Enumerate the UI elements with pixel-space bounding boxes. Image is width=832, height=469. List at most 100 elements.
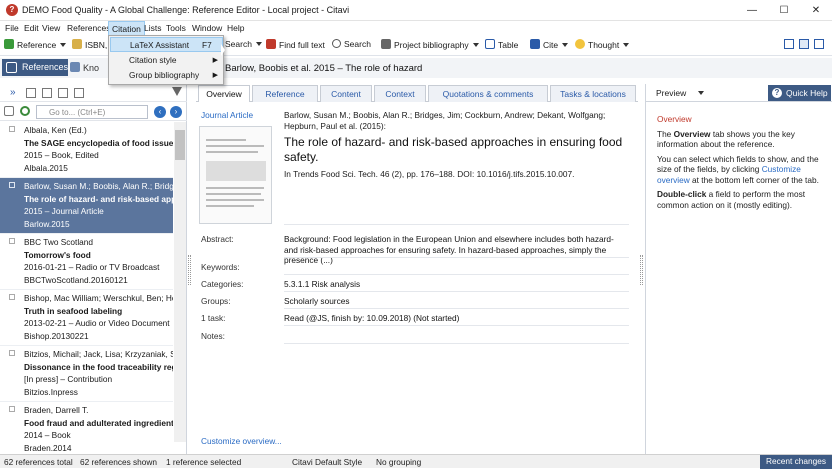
citation-line[interactable]: In Trends Food Sci. Tech. 46 (2), pp. 17… [284,169,629,179]
search-button[interactable]: Search [332,39,371,49]
task-field[interactable]: Read (@JS, finish by: 10.09.2018) (Not s… [284,313,459,323]
divider [284,291,629,292]
previous-icon[interactable]: ‹ [154,106,166,118]
selected-reference-title: Barlow, Boobis et al. 2015 – The role of… [225,63,423,74]
list-toolbar: » [0,84,187,102]
checkbox[interactable] [9,406,15,412]
status-total: 62 references total [4,457,73,467]
search-bar: Go to... (Ctrl+E) ‹ › [0,103,187,121]
categories-field[interactable]: 5.3.1.1 Risk analysis [284,279,360,289]
help-icon: ? [772,88,782,98]
menu-item-group-bibliography[interactable]: Group bibliography ▶ [110,68,223,83]
tab-tasks-locations[interactable]: Tasks & locations [550,85,636,102]
columns-icon[interactable] [42,88,52,98]
tree-icon[interactable] [74,88,84,98]
list-item[interactable]: BBC Two Scotland Tomorrow's food 2016-01-2… [0,234,173,290]
scrollbar[interactable] [174,122,186,442]
authors-line[interactable]: Barlow, Susan M.; Boobis, Alan R.; Bridg… [284,110,629,131]
menu-item-latex-assistant[interactable]: LaTeX Assistant F7 [110,37,223,52]
preview-dropdown[interactable]: Preview [656,88,705,98]
help-panel-header: Preview ? Quick Help [646,84,832,102]
status-citation-style[interactable]: Citavi Default Style [292,457,362,467]
list-item[interactable]: Bishop, Mac William; Werschkul, Ben; Hod… [0,290,173,346]
minimize-button[interactable]: — [736,0,768,21]
list-item[interactable]: Bitzios, Michail; Jack, Lisa; Krzyzaniak… [0,346,173,402]
list-item[interactable]: Braden, Darrell T. Food fraud and adulter… [0,402,173,454]
cite-button[interactable]: Cite [530,39,569,50]
menu-lists[interactable]: Lists [144,23,161,33]
table-button[interactable]: Table [485,39,518,50]
menu-item-citation-style[interactable]: Citation style ▶ [110,53,223,68]
checkbox[interactable] [9,350,15,356]
sort-icon[interactable] [26,88,36,98]
tab-overview[interactable]: Overview [198,85,250,103]
divider [284,274,629,275]
list-item[interactable]: Albala, Ken (Ed.) The SAGE encyclopedia o… [0,122,173,178]
checkbox[interactable] [9,182,15,188]
knowledge-nav-button[interactable]: Kno [70,62,99,73]
wand-icon [72,39,82,49]
menu-view[interactable]: View [42,23,60,33]
next-icon[interactable]: › [170,106,182,118]
tab-content[interactable]: Content [320,85,372,102]
layout-left-icon[interactable] [784,39,794,49]
tab-reference[interactable]: Reference [252,85,318,102]
refresh-icon[interactable] [20,106,30,116]
recent-changes-button[interactable]: Recent changes [760,455,832,469]
group-icon[interactable] [58,88,68,98]
help-paragraph: The Overview tab shows you the key infor… [657,128,795,150]
checkbox[interactable] [9,126,15,132]
cover-thumbnail[interactable] [199,126,272,224]
isbn-button[interactable]: ISBN, [72,39,107,50]
menu-tools[interactable]: Tools [166,23,186,33]
project-bibliography-button[interactable]: Project bibliography [381,39,479,50]
tab-context[interactable]: Context [374,85,426,102]
filter-icon[interactable] [172,87,182,96]
divider [284,224,629,225]
reference-title[interactable]: The role of hazard- and risk-based appro… [284,135,629,165]
selection-icon[interactable] [4,106,14,116]
tab-quotations-comments[interactable]: Quotations & comments [428,85,548,102]
new-reference-button[interactable]: Reference [4,39,67,50]
references-nav-button[interactable]: References [2,59,68,76]
menu-file[interactable]: File [5,23,19,33]
abstract-field[interactable]: Background: Food legislation in the Euro… [284,234,624,266]
thought-button[interactable]: Thought [575,39,630,50]
reference-list: Albala, Ken (Ed.) The SAGE encyclopedia o… [0,122,173,454]
menu-edit[interactable]: Edit [24,23,39,33]
checkbox[interactable] [9,238,15,244]
menu-citation[interactable]: Citation [108,21,145,36]
layout-center-icon[interactable] [799,39,809,49]
menu-bar: File Edit View References Citation Lists… [0,21,832,36]
notes-label: Notes: [201,331,225,341]
checkbox[interactable] [9,294,15,300]
status-grouping[interactable]: No grouping [376,457,421,467]
search-icon [332,39,341,48]
splitter-handle[interactable] [188,255,191,285]
groups-field[interactable]: Scholarly sources [284,296,349,306]
mouse-cursor-icon [221,44,225,56]
layout-right-icon[interactable] [814,39,824,49]
splitter-handle[interactable] [640,255,643,285]
close-button[interactable]: ✕ [800,0,832,21]
help-heading: Overview [657,114,692,124]
search-online-button[interactable]: Search [225,39,262,49]
menu-window[interactable]: Window [192,23,222,33]
lightbulb-icon [575,39,585,49]
goto-search-input[interactable]: Go to... (Ctrl+E) [36,105,148,119]
quick-help-button[interactable]: ? Quick Help [768,85,831,101]
reference-list-panel: » Go to... (Ctrl+E) ‹ › Albala, Ken (Ed.… [0,84,187,454]
list-item-selected[interactable]: Barlow, Susan M.; Boobis, Alan R.; Bridg… [0,178,173,234]
categories-label: Categories: [201,279,244,289]
overview-pane: Journal Article Barlow, Susan M.; Boobis… [196,102,638,454]
status-bar: 62 references total 62 references shown … [0,454,832,469]
find-full-text-button[interactable]: Find full text [266,39,325,50]
help-paragraph: You can select which fields to show, and… [657,153,819,185]
expand-icon[interactable]: » [10,87,16,98]
menu-references[interactable]: References [67,23,110,33]
maximize-button[interactable]: ☐ [768,0,800,21]
menu-help[interactable]: Help [227,23,244,33]
scrollbar-thumb[interactable] [175,130,185,160]
customize-overview-link[interactable]: Customize overview... [201,436,282,446]
reference-type: Journal Article [201,110,254,120]
